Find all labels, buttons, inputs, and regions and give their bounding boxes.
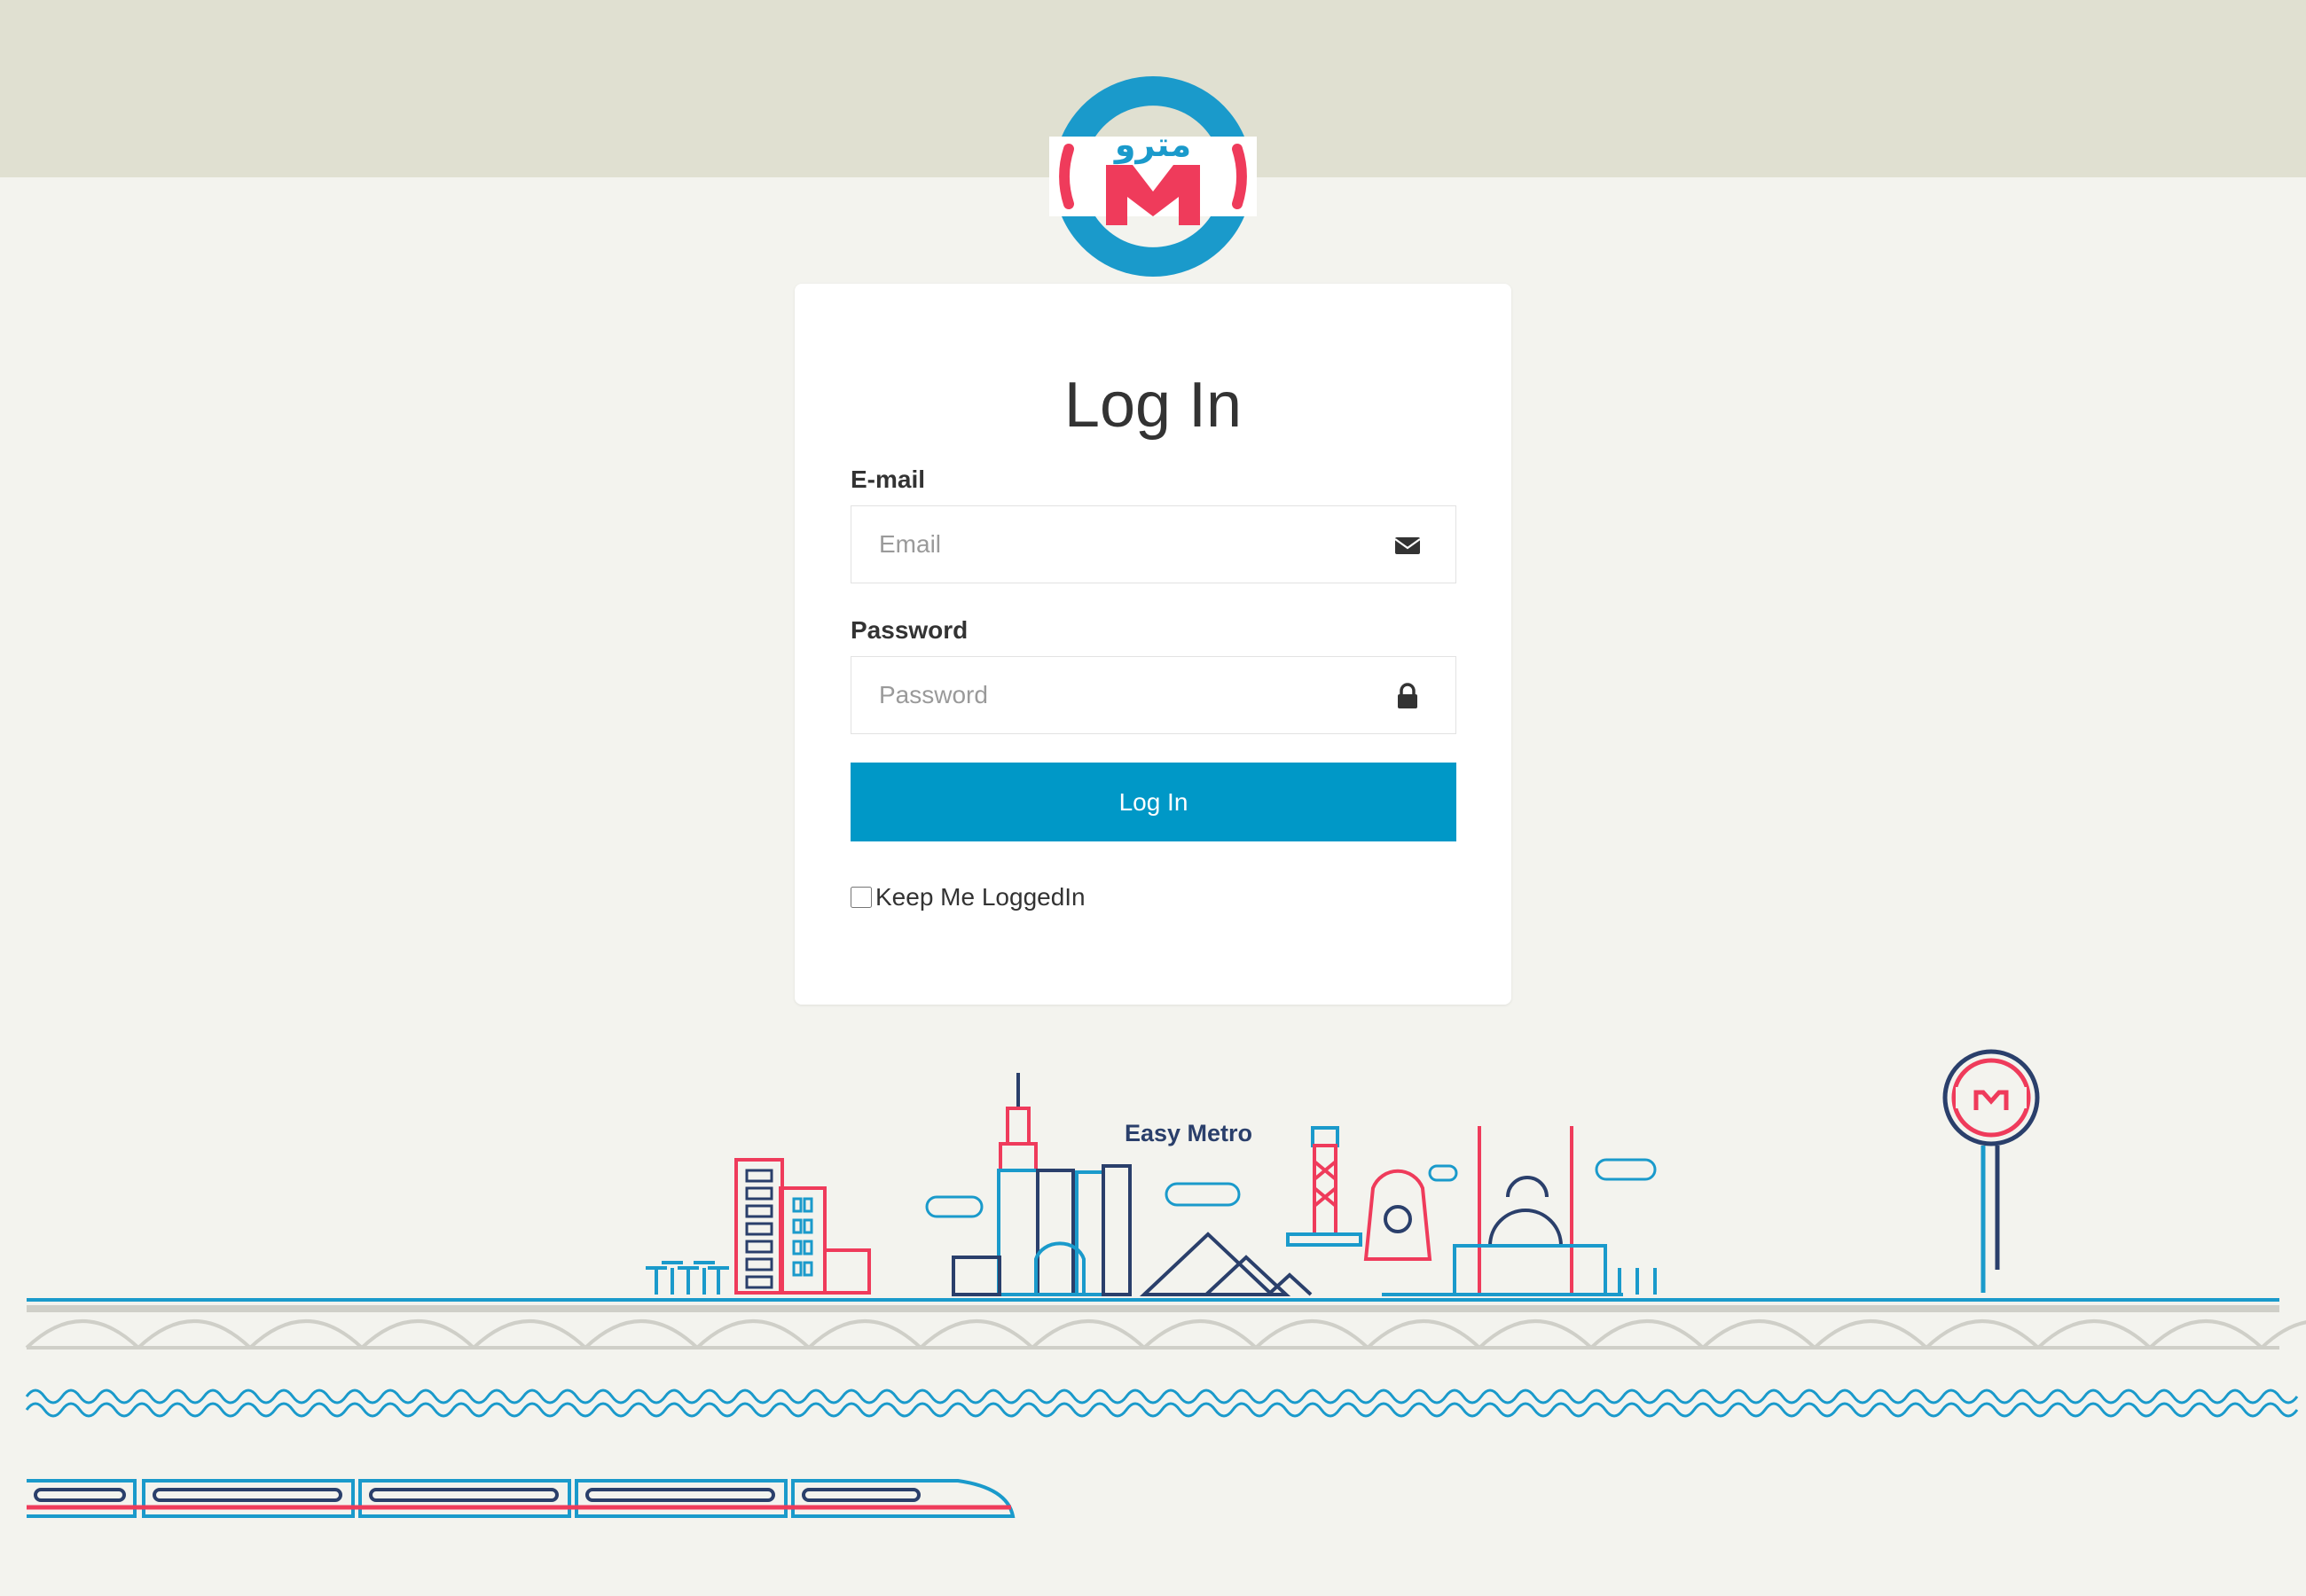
password-input-wrapper <box>851 656 1456 734</box>
email-field[interactable] <box>851 506 1376 583</box>
logo-arabic-text: مترو <box>1113 125 1191 165</box>
lock-icon <box>1398 683 1417 708</box>
remember-me-label: Keep Me LoggedIn <box>875 883 1086 911</box>
palm-trees-icon <box>646 1261 729 1295</box>
remember-me-checkbox[interactable] <box>851 887 872 908</box>
page-title: Log In <box>1063 370 1243 441</box>
pharaoh-icon <box>1363 1169 1432 1261</box>
cairo-skyline-illustration: Easy Metro <box>25 1049 2306 1518</box>
skyscrapers-icon <box>952 1073 1132 1296</box>
email-input-wrapper <box>851 505 1456 583</box>
remember-me[interactable]: Keep Me LoggedIn <box>851 880 1086 915</box>
easy-metro-caption: Easy Metro <box>1125 1120 1252 1146</box>
login-button[interactable]: Log In <box>851 763 1456 841</box>
mosque-icon <box>1382 1126 1623 1296</box>
metro-sign-icon <box>1942 1049 2040 1293</box>
train-icon <box>27 1479 1016 1518</box>
email-label: E-mail <box>851 466 926 493</box>
envelope-icon <box>1394 537 1421 554</box>
pyramids-icon <box>1139 1232 1313 1296</box>
cairo-tower-icon <box>1286 1126 1362 1247</box>
bridge-icon <box>25 1298 2306 1418</box>
password-field[interactable] <box>851 657 1376 733</box>
login-card: Log In E-mail Password Log In Keep Me Lo… <box>795 284 1511 1005</box>
palm-trees-right-icon <box>1618 1268 1657 1295</box>
password-label: Password <box>851 616 969 644</box>
metro-logo: مترو <box>1049 75 1257 278</box>
